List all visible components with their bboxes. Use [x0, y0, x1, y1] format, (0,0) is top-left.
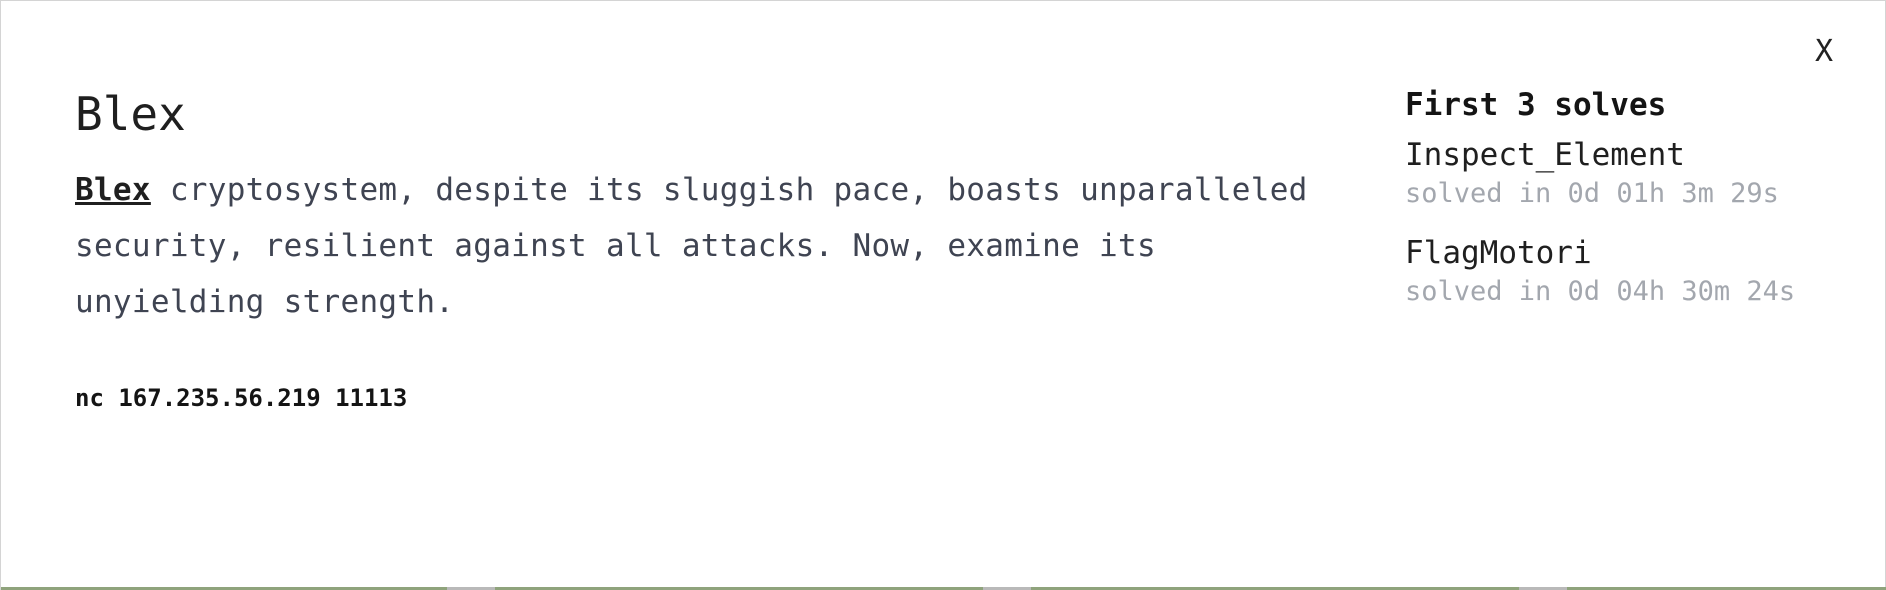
solver-name: Inspect_Element	[1405, 137, 1685, 173]
solve-time: solved in 0d 04h 30m 24s	[1405, 276, 1796, 307]
challenge-modal: X Blex Blex cryptosystem, despite its sl…	[0, 0, 1886, 590]
solves-panel: First 3 solves Inspect_Element solved in…	[1405, 87, 1865, 331]
challenge-description-text: cryptosystem, despite its sluggish pace,…	[75, 171, 1308, 320]
solver-name: FlagMotori	[1405, 235, 1592, 271]
solves-title: First 3 solves	[1405, 87, 1667, 123]
challenge-description: Blex cryptosystem, despite its sluggish …	[75, 162, 1345, 330]
challenge-details: Blex Blex cryptosystem, despite its slug…	[75, 89, 1345, 412]
challenge-title: Blex	[75, 87, 186, 141]
solve-time: solved in 0d 01h 3m 29s	[1405, 178, 1779, 209]
connection-command: nc 167.235.56.219 11113	[75, 383, 408, 412]
challenge-link[interactable]: Blex	[75, 172, 151, 208]
solve-item: Inspect_Element solved in 0d 01h 3m 29s	[1405, 135, 1865, 213]
close-button[interactable]: X	[1815, 37, 1833, 67]
solve-item: FlagMotori solved in 0d 04h 30m 24s	[1405, 233, 1865, 311]
